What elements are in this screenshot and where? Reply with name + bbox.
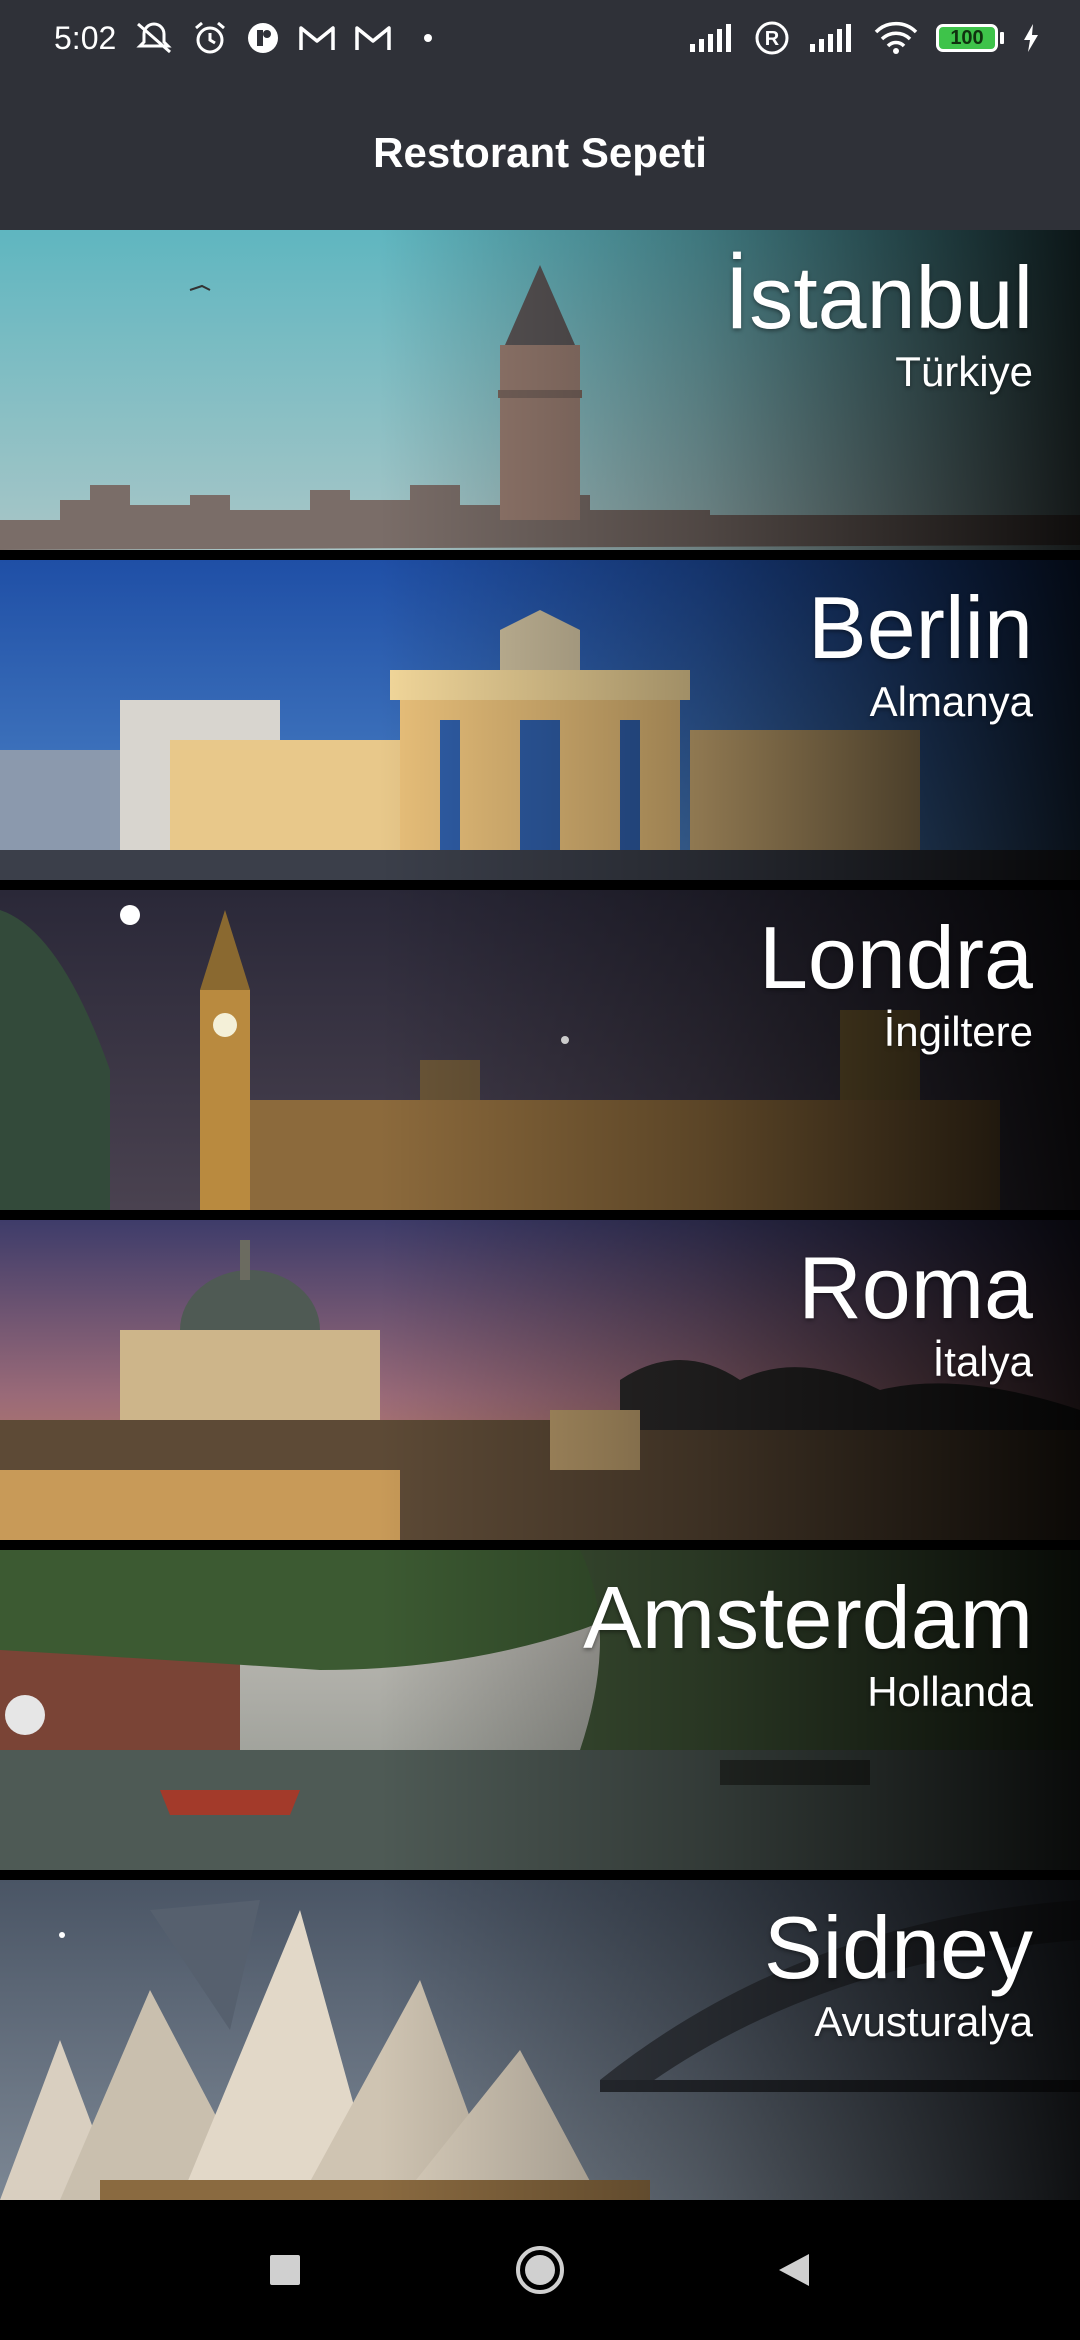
battery-tip <box>1000 32 1004 44</box>
muted-icon <box>134 20 174 56</box>
status-right: R 100 <box>688 20 1040 56</box>
city-name: İstanbul <box>724 248 1033 347</box>
city-list: İstanbul Türkiye Berlin Almanya Londra İ… <box>0 230 1080 2200</box>
city-country: İngiltere <box>883 1008 1033 1055</box>
city-text: İstanbul Türkiye <box>725 248 1033 396</box>
battery-indicator: 100 <box>936 24 1004 52</box>
svg-text:R: R <box>765 28 780 50</box>
status-time: 5:02 <box>54 19 117 56</box>
city-country: Türkiye <box>895 348 1033 395</box>
signal-icon <box>688 22 736 54</box>
city-country: İtalya <box>932 1338 1033 1385</box>
city-card-roma[interactable]: Roma İtalya <box>0 1220 1080 1540</box>
city-text: Londra İngiltere <box>759 908 1033 1056</box>
city-card-amsterdam[interactable]: Amsterdam Hollanda <box>0 1550 1080 1870</box>
city-country: Avusturalya <box>814 1998 1033 2045</box>
city-country: Almanya <box>869 678 1033 725</box>
charging-icon <box>1022 23 1040 53</box>
home-icon[interactable] <box>510 2240 570 2300</box>
roaming-icon: R <box>754 20 790 56</box>
city-card-londra[interactable]: Londra İngiltere <box>0 890 1080 1210</box>
city-text: Berlin Almanya <box>808 578 1033 726</box>
battery-level: 100 <box>936 24 998 52</box>
city-card-istanbul[interactable]: İstanbul Türkiye <box>0 230 1080 550</box>
status-bar: 5:02 R 100 <box>0 0 1080 76</box>
back-icon[interactable] <box>765 2240 825 2300</box>
status-left: 5:02 <box>54 19 433 57</box>
city-card-berlin[interactable]: Berlin Almanya <box>0 560 1080 880</box>
city-text: Amsterdam Hollanda <box>583 1568 1033 1716</box>
gmail-icon <box>298 23 336 53</box>
signal-icon <box>808 22 856 54</box>
city-card-sidney[interactable]: Sidney Avusturalya <box>0 1880 1080 2200</box>
dot-icon <box>424 34 433 42</box>
city-text: Roma İtalya <box>798 1238 1033 1386</box>
app-bar: Restorant Sepeti <box>0 76 1080 230</box>
city-name: Londra <box>758 908 1033 1007</box>
gmail-icon <box>354 23 392 53</box>
wifi-icon <box>874 21 918 55</box>
navigation-bar <box>0 2200 1080 2340</box>
alarm-icon <box>192 20 228 56</box>
city-name: Sidney <box>763 1898 1033 1997</box>
city-name: Berlin <box>808 578 1033 677</box>
app-title: Restorant Sepeti <box>373 129 707 176</box>
app-icon <box>246 21 280 55</box>
city-country: Hollanda <box>867 1668 1033 1715</box>
city-text: Sidney Avusturalya <box>764 1898 1033 2046</box>
recents-icon[interactable] <box>255 2240 315 2300</box>
city-name: Amsterdam <box>583 1568 1033 1667</box>
city-name: Roma <box>798 1238 1033 1337</box>
